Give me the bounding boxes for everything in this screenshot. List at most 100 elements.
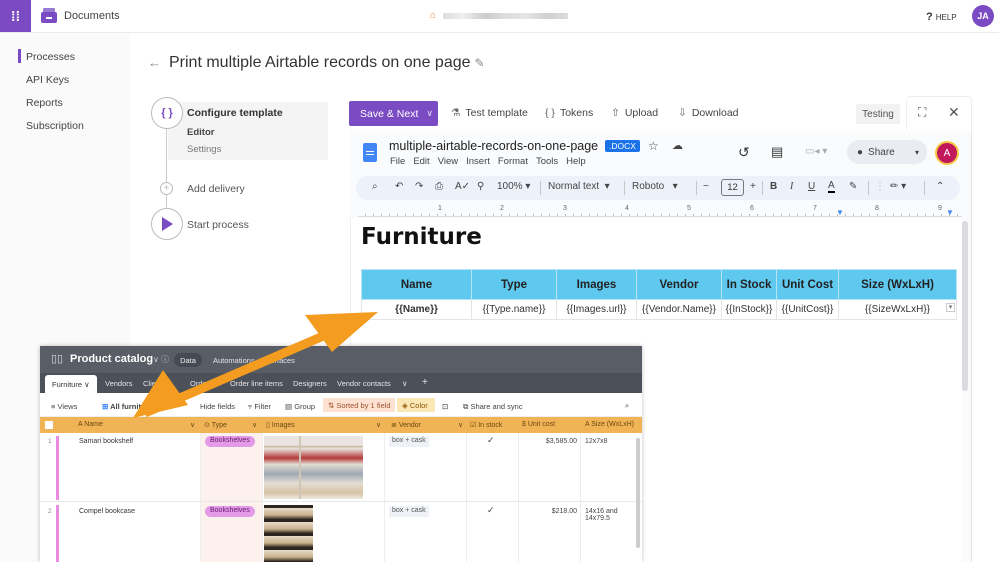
sidebar-item-reports[interactable]: Reports (26, 97, 63, 109)
test-template-button[interactable]: ⚗ Test template (451, 107, 528, 119)
sidebar-item-api-keys[interactable]: API Keys (26, 74, 69, 86)
sidebar-item-subscription[interactable]: Subscription (26, 120, 84, 132)
table-row[interactable]: 2 Compel bookcase Bookshelves box + cask… (40, 502, 642, 562)
row-height-icon[interactable]: ⊡ (442, 402, 448, 411)
paint-format-icon[interactable]: ⚲ (477, 181, 484, 192)
type-tag[interactable]: Bookshelves (205, 506, 255, 517)
sidebar-item-processes[interactable]: Processes (26, 51, 75, 63)
more-icon[interactable]: ⋮ (875, 181, 885, 192)
menu-insert[interactable]: Insert (466, 156, 490, 167)
column-header-unit-cost[interactable]: $ Unit cost (522, 421, 555, 428)
unit-cost[interactable]: $218.00 (530, 508, 577, 515)
tab-designers[interactable]: Designers (293, 379, 327, 388)
template-cell[interactable]: {{Vendor.Name}} (636, 299, 722, 320)
nav-interfaces[interactable]: Interfaces (262, 356, 295, 365)
search-icon[interactable]: ⌕ (625, 401, 629, 411)
nav-automations[interactable]: Automations (213, 356, 255, 365)
hide-fields-button[interactable]: Hide fields (200, 402, 235, 411)
add-icon[interactable]: + (160, 182, 173, 195)
ruler[interactable]: 1 2 3 4 5 6 7 8 9 ▼ ▼ (358, 205, 962, 217)
column-header-images[interactable]: ▯ Images (266, 421, 295, 429)
column-menu-icon[interactable]: ∨ (458, 421, 463, 429)
template-cell[interactable]: {{Images.url}} (556, 299, 637, 320)
increase-font-icon[interactable]: + (750, 181, 756, 192)
zoom-select[interactable]: 100% ▾ (497, 181, 530, 192)
bookcase-image[interactable] (264, 505, 313, 562)
cell-dropdown-icon[interactable]: ▾ (946, 303, 955, 312)
meet-icon[interactable]: ▭◂ ▾ (805, 146, 827, 157)
tab-vendors[interactable]: Vendors (105, 379, 133, 388)
collapse-toolbar-icon[interactable]: ⌃ (936, 181, 944, 192)
menu-file[interactable]: File (390, 156, 405, 167)
record-name[interactable]: Compel bookcase (79, 508, 135, 515)
base-name[interactable]: Product catalog (70, 353, 153, 365)
column-header-size[interactable]: A Size (WxLxH) (585, 421, 634, 428)
template-cell[interactable]: {{SizeWxLxH}} (838, 299, 957, 320)
help-button[interactable]: ? HELP (926, 11, 957, 23)
font-select[interactable]: Roboto ▾ (632, 181, 678, 192)
add-table-icon[interactable]: + (422, 377, 428, 388)
column-header-in-stock[interactable]: ☑ In stock (470, 421, 502, 429)
share-sync-button[interactable]: ⧉ Share and sync (463, 402, 523, 412)
column-menu-icon[interactable]: ∨ (376, 421, 381, 429)
bold-icon[interactable]: B (770, 181, 777, 192)
column-header-vendor[interactable]: ≣ Vendor (391, 421, 421, 429)
back-arrow-icon[interactable]: ← (148, 55, 161, 70)
template-cell[interactable]: {{InStock}} (721, 299, 777, 320)
size[interactable]: 12x7x8 (585, 438, 608, 445)
save-next-button[interactable]: Save & Next ∨ (349, 101, 438, 126)
vertical-scrollbar[interactable] (962, 221, 968, 391)
group-button[interactable]: ▤ Group (285, 402, 315, 411)
share-button[interactable]: ● Share ▾ (847, 140, 927, 164)
sort-button[interactable]: ⇅ Sorted by 1 field (323, 398, 395, 412)
home-icon[interactable]: ⌂ (430, 10, 436, 21)
highlight-icon[interactable]: ✎ (849, 181, 857, 192)
upload-button[interactable]: ⇧ Upload (611, 107, 658, 119)
user-avatar[interactable]: JA (972, 5, 994, 27)
fullscreen-icon[interactable]: ⛶ (918, 105, 926, 120)
template-cell[interactable]: {{Name}} (361, 299, 472, 320)
step-add-delivery[interactable]: Add delivery (187, 183, 245, 195)
chevron-down-icon[interactable]: ∨ (426, 108, 433, 119)
step-sub-editor[interactable]: Editor (187, 127, 214, 138)
redo-icon[interactable]: ↷ (415, 181, 423, 192)
in-stock-check[interactable]: ✓ (487, 435, 495, 446)
font-size-input[interactable]: 12 (721, 179, 744, 196)
type-tag[interactable]: Bookshelves (205, 436, 255, 447)
tokens-button[interactable]: { } Tokens (545, 107, 593, 119)
cloud-icon[interactable]: ☁ (672, 139, 683, 152)
menu-view[interactable]: View (438, 156, 458, 167)
undo-icon[interactable]: ↶ (395, 181, 403, 192)
doc-user-avatar[interactable]: A (935, 141, 959, 165)
text-color-icon[interactable]: A (828, 181, 835, 193)
vendor-link[interactable]: box + cask (389, 506, 429, 517)
tab-furniture[interactable]: Furniture ∨ (45, 375, 97, 393)
app-grid-icon[interactable]: ⁞⁞ (0, 0, 31, 32)
filter-button[interactable]: ⫧ Filter (248, 402, 271, 412)
caret-down-icon[interactable]: ▾ (915, 148, 919, 157)
tab-clients[interactable]: Clients (143, 379, 166, 388)
spellcheck-icon[interactable]: A✓ (455, 181, 470, 192)
doc-filename[interactable]: multiple-airtable-records-on-one-page (389, 139, 598, 153)
nav-data[interactable]: Data (174, 353, 202, 367)
style-select[interactable]: Normal text ▾ (548, 181, 610, 192)
menu-tools[interactable]: Tools (536, 156, 558, 167)
step-start-process[interactable]: Start process (187, 219, 249, 231)
template-cell[interactable]: {{UnitCost}} (776, 299, 839, 320)
color-button[interactable]: ◈ Color (397, 398, 435, 412)
testing-badge[interactable]: Testing (856, 104, 900, 124)
select-all-checkbox[interactable] (45, 421, 53, 429)
comment-icon[interactable]: ▤ (771, 144, 783, 160)
column-header-name[interactable]: A Name (78, 421, 103, 428)
menu-edit[interactable]: Edit (413, 156, 429, 167)
template-cell[interactable]: {{Type.name}} (471, 299, 557, 320)
step-sub-settings[interactable]: Settings (187, 144, 221, 155)
history-icon[interactable]: ↺ (738, 144, 750, 161)
bookshelf-image[interactable] (264, 436, 363, 499)
unit-cost[interactable]: $3,585.00 (530, 438, 577, 445)
grid-scrollbar[interactable] (636, 438, 640, 548)
edit-pencil-icon[interactable]: ✎ (475, 56, 485, 70)
tab-order-line-items[interactable]: Order line items (230, 379, 283, 388)
decrease-font-icon[interactable]: − (703, 181, 709, 192)
braces-icon[interactable]: { } (151, 97, 183, 129)
